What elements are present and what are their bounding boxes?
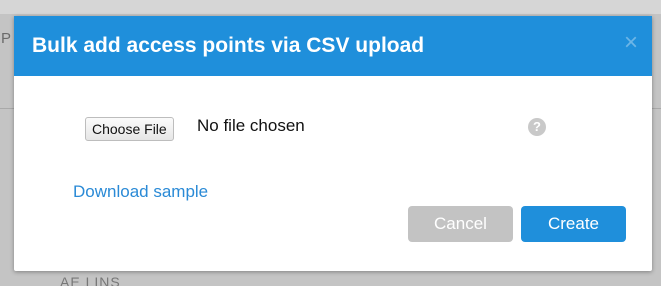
background-divider <box>0 108 14 109</box>
dialog-header: Bulk add access points via CSV upload × <box>14 16 652 76</box>
download-sample-link[interactable]: Download sample <box>73 182 208 202</box>
cancel-button[interactable]: Cancel <box>408 206 513 242</box>
choose-file-button[interactable]: Choose File <box>85 117 174 141</box>
create-button[interactable]: Create <box>521 206 626 242</box>
bulk-upload-dialog: Bulk add access points via CSV upload × … <box>14 16 652 271</box>
file-status-text: No file chosen <box>197 116 305 135</box>
close-icon[interactable]: × <box>620 31 642 55</box>
background-text-fragment: AE LINS <box>60 274 121 286</box>
background-text-fragment: P <box>1 30 12 47</box>
background-divider <box>652 108 661 109</box>
background-top-strip <box>0 0 661 14</box>
help-icon[interactable]: ? <box>528 118 546 136</box>
dialog-title: Bulk add access points via CSV upload <box>32 34 425 57</box>
